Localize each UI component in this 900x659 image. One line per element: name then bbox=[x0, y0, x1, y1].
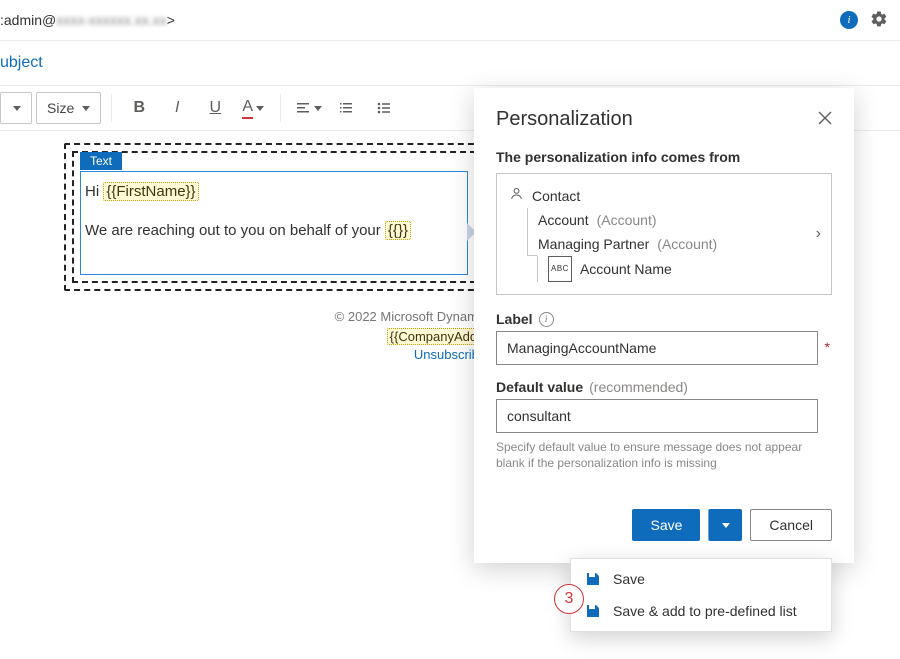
save-dropdown-menu: Save Save & add to pre-defined list bbox=[570, 558, 832, 632]
menu-item-save-add[interactable]: Save & add to pre-defined list bbox=[571, 595, 831, 627]
save-button[interactable]: Save bbox=[632, 509, 700, 541]
close-icon[interactable] bbox=[818, 111, 832, 128]
cancel-button[interactable]: Cancel bbox=[750, 509, 832, 541]
save-add-icon bbox=[585, 603, 601, 619]
default-value-input[interactable] bbox=[496, 399, 818, 433]
align-button[interactable] bbox=[291, 91, 325, 125]
gear-icon[interactable] bbox=[870, 10, 888, 31]
text-field-icon: ABC bbox=[548, 256, 572, 282]
label-input[interactable] bbox=[496, 331, 818, 365]
subject-field[interactable]: ubject bbox=[0, 54, 43, 72]
chevron-down-icon bbox=[256, 106, 264, 111]
source-section-label: The personalization info comes from bbox=[496, 149, 832, 165]
from-field: :admin@xxxx-xxxxxx.xx.xx> bbox=[0, 12, 840, 28]
step-callout-3: 3 bbox=[554, 584, 584, 614]
label-field-label: Label bbox=[496, 311, 533, 327]
numbered-list-button[interactable] bbox=[329, 91, 363, 125]
font-size-select[interactable]: Size bbox=[36, 92, 101, 124]
save-split-button[interactable] bbox=[708, 509, 742, 541]
bold-button[interactable]: B bbox=[122, 91, 156, 125]
chevron-down-icon bbox=[13, 106, 21, 111]
contact-icon bbox=[509, 184, 524, 208]
font-family-select[interactable] bbox=[0, 92, 32, 124]
info-icon[interactable]: i bbox=[539, 312, 554, 327]
panel-title: Personalization bbox=[496, 108, 633, 131]
default-value-help: Specify default value to ensure message … bbox=[496, 439, 832, 471]
info-icon[interactable]: i bbox=[840, 11, 858, 29]
underline-button[interactable]: U bbox=[198, 91, 232, 125]
block-type-tag: Text bbox=[80, 152, 122, 170]
bulleted-list-button[interactable] bbox=[367, 91, 401, 125]
personalization-panel: Personalization The personalization info… bbox=[474, 88, 854, 563]
font-color-button[interactable]: A bbox=[236, 91, 270, 125]
chevron-down-icon bbox=[722, 523, 730, 528]
chevron-down-icon bbox=[314, 106, 322, 111]
personalization-token-empty[interactable]: {{}} bbox=[385, 221, 411, 240]
email-text-block[interactable]: Text Hi {{FirstName}} We are reaching ou… bbox=[80, 171, 468, 275]
save-icon bbox=[585, 571, 601, 587]
default-value-label: Default value bbox=[496, 379, 583, 395]
menu-item-save[interactable]: Save bbox=[571, 563, 831, 595]
personalization-token-firstname[interactable]: {{FirstName}} bbox=[103, 182, 198, 201]
italic-button[interactable]: I bbox=[160, 91, 194, 125]
personalization-source-tree[interactable]: › Contact Account (Account) Managing Par… bbox=[496, 173, 832, 295]
from-domain-redacted: xxxx-xxxxxx.xx.xx bbox=[56, 12, 166, 28]
chevron-down-icon bbox=[82, 106, 90, 111]
